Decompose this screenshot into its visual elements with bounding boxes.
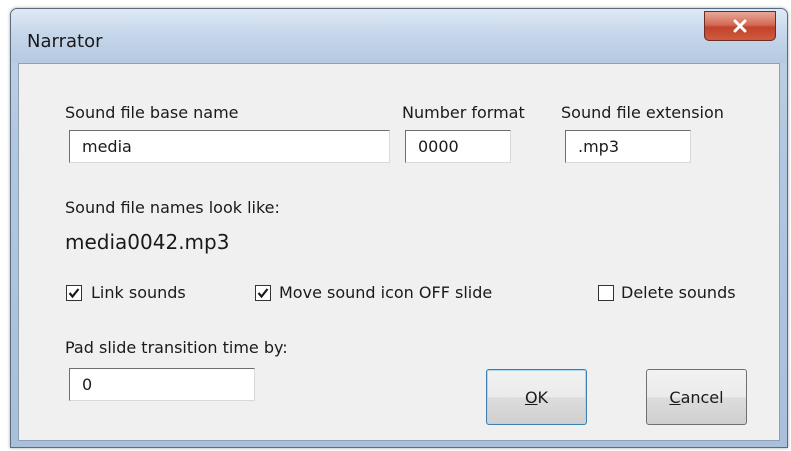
checkmark-icon bbox=[68, 288, 80, 299]
delete-sounds-checkbox[interactable] bbox=[598, 285, 614, 301]
delete-sounds-label: Delete sounds bbox=[621, 283, 736, 302]
extension-input[interactable] bbox=[565, 130, 691, 163]
extension-label: Sound file extension bbox=[561, 103, 724, 122]
link-sounds-label: Link sounds bbox=[91, 283, 186, 302]
close-x-icon bbox=[733, 19, 747, 33]
title-bar[interactable]: Narrator bbox=[11, 9, 787, 63]
ok-button-label: OK bbox=[524, 387, 549, 407]
close-button[interactable] bbox=[704, 11, 776, 41]
cancel-button-label: Cancel bbox=[669, 387, 724, 407]
ok-button[interactable]: OK bbox=[486, 369, 587, 425]
dialog-client-area: Sound file base name Number format Sound… bbox=[18, 63, 780, 441]
preview-label: Sound file names look like: bbox=[65, 198, 280, 217]
cancel-button[interactable]: Cancel bbox=[646, 369, 747, 425]
base-name-label: Sound file base name bbox=[65, 103, 239, 122]
number-format-input[interactable] bbox=[405, 130, 511, 163]
narrator-dialog: Narrator Sound file base name Number for… bbox=[10, 8, 788, 448]
checkmark-icon bbox=[257, 288, 269, 299]
number-format-label: Number format bbox=[402, 103, 525, 122]
preview-example: media0042.mp3 bbox=[65, 230, 230, 254]
base-name-input[interactable] bbox=[69, 130, 390, 163]
pad-transition-label: Pad slide transition time by: bbox=[65, 338, 288, 357]
move-sound-icon-label: Move sound icon OFF slide bbox=[279, 283, 493, 302]
window-title: Narrator bbox=[27, 31, 103, 52]
move-sound-icon-checkbox[interactable] bbox=[255, 285, 271, 301]
link-sounds-checkbox[interactable] bbox=[66, 285, 82, 301]
pad-transition-input[interactable] bbox=[69, 368, 255, 401]
